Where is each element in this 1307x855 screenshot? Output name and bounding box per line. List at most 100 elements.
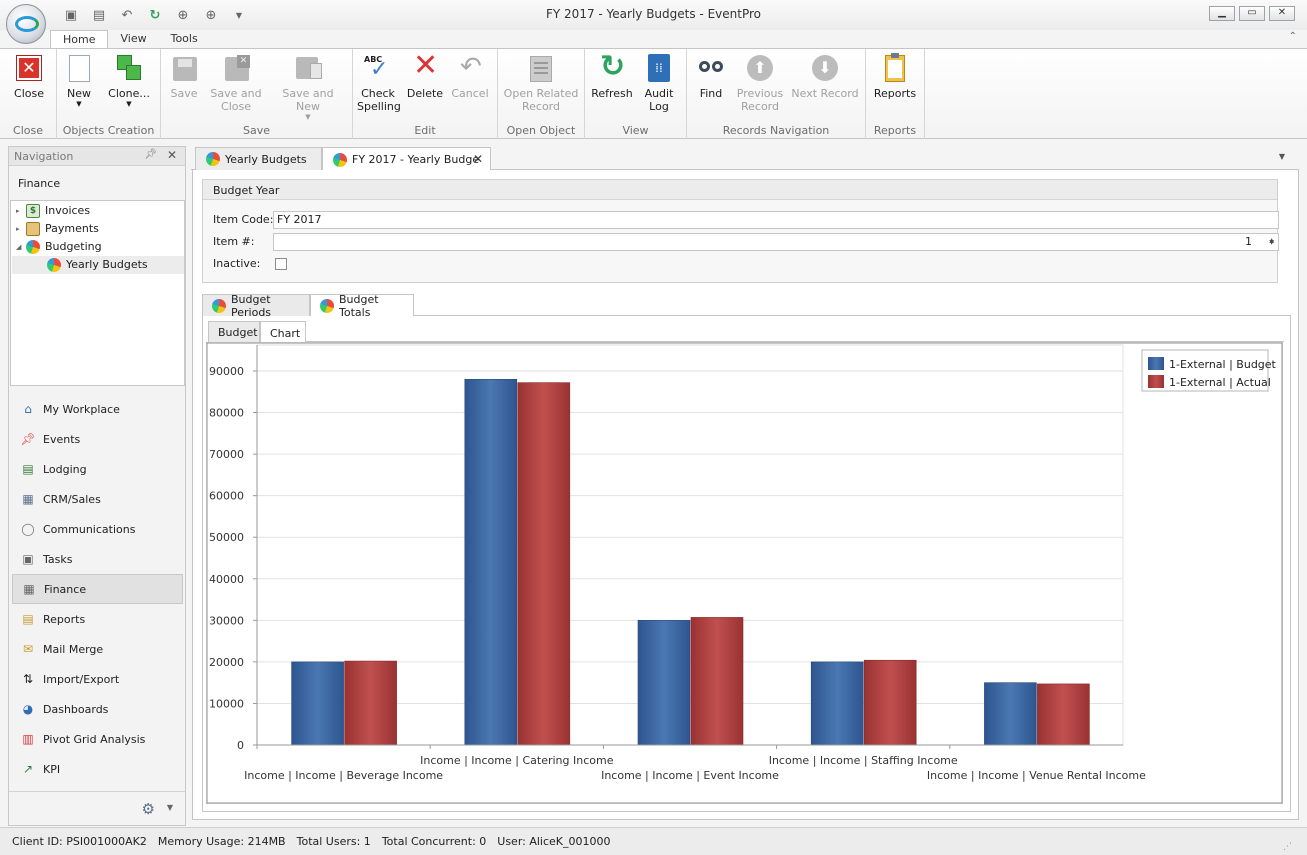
next-record-button[interactable]: ⬇ Next Record <box>791 53 859 100</box>
find-button[interactable]: Find <box>693 53 729 100</box>
navigation-items: ⌂ My Workplace 📌︎ Events ▤ Lodging ▦ CRM/Sal… <box>10 394 185 784</box>
nav-item-events[interactable]: 📌︎ Events <box>10 424 185 454</box>
open-related-record-button[interactable]: Open Related Record <box>502 53 580 113</box>
cancel-button[interactable]: ↶ Cancel <box>450 53 490 100</box>
save-button[interactable]: Save <box>167 53 201 100</box>
previous-record-button[interactable]: ⬆ Previous Record <box>735 53 785 113</box>
bar-budget[interactable] <box>637 620 691 746</box>
save-new-icon <box>294 53 322 83</box>
pin-icon[interactable]: 📌︎ <box>144 149 157 160</box>
new-document-icon <box>65 53 93 83</box>
nav-item-reports[interactable]: ▤ Reports <box>10 604 185 634</box>
budget-tabs: Budget Periods Budget Totals <box>202 293 1291 319</box>
tab-home[interactable]: Home <box>50 30 109 49</box>
spellcheck-icon: ABC ✓ <box>364 55 389 82</box>
tab-budget[interactable]: Budget <box>208 321 260 343</box>
application-menu-button[interactable] <box>6 4 46 44</box>
tab-tools[interactable]: Tools <box>159 30 210 49</box>
item-code-label: Item Code: <box>213 213 274 226</box>
navigation-panel: Navigation 📌︎ ✕ Finance ▸ $ Invoices ▸ P… <box>8 146 186 826</box>
bar-budget[interactable] <box>464 379 518 746</box>
ribbon-group-objects-creation: New ▼ Clone... ▼ Objects Creation <box>57 49 161 139</box>
nav-item-kpi[interactable]: ↗ KPI <box>10 754 185 784</box>
pie-chart-icon <box>320 299 334 313</box>
new-button[interactable]: New ▼ <box>63 53 95 108</box>
maximize-button[interactable]: ▭ <box>1239 6 1265 21</box>
clipboard-icon: ▤ <box>22 612 34 626</box>
bar-actual[interactable] <box>344 660 397 746</box>
ribbon-group-edit: ABC ✓ Check Spelling ✕ Delete ↶ Cancel Edi… <box>353 49 498 139</box>
delete-button[interactable]: ✕ Delete <box>405 51 445 101</box>
open-record-icon <box>527 53 555 83</box>
close-icon: ✕ <box>15 53 43 83</box>
y-tick-label: 80000 <box>209 407 244 420</box>
invoice-icon: $ <box>26 204 40 218</box>
nav-item-my-workplace[interactable]: ⌂ My Workplace <box>10 394 185 424</box>
tree-item-yearly-budgets[interactable]: Yearly Budgets <box>12 256 184 274</box>
tab-list-dropdown-icon[interactable]: ▼ <box>1279 152 1285 161</box>
save-icon <box>170 53 198 83</box>
nav-item-mail-merge[interactable]: ✉ Mail Merge <box>10 634 185 664</box>
tab-chart[interactable]: Chart <box>260 321 306 344</box>
tree-item-budgeting[interactable]: ◢ Budgeting <box>16 238 102 256</box>
x-category-label: Income | Income | Venue Rental Income <box>927 769 1146 782</box>
gear-icon[interactable]: ⚙ <box>142 800 155 818</box>
close-tab-icon[interactable]: ✕ <box>473 152 483 166</box>
ribbon-group-label: Open Object <box>506 124 576 137</box>
clone-button[interactable]: Clone... ▼ <box>103 53 155 108</box>
expand-icon[interactable]: ▸ <box>16 202 26 220</box>
tab-view[interactable]: View <box>108 30 158 49</box>
bar-actual[interactable] <box>690 617 744 746</box>
crm-icon: ▦ <box>22 492 34 506</box>
nav-item-tasks[interactable]: ▣ Tasks <box>10 544 185 574</box>
ribbon-group-label: Records Navigation <box>722 124 830 137</box>
doc-tab-fy-2017[interactable]: FY 2017 - Yearly Budge ✕ <box>322 147 491 171</box>
item-number-spinner[interactable]: 1 ▲ ▼ <box>273 233 1279 251</box>
bar-actual[interactable] <box>517 382 571 746</box>
ribbon-group-open-object: Open Related Record Open Object <box>498 49 585 139</box>
doc-tab-yearly-budgets[interactable]: Yearly Budgets <box>195 147 322 170</box>
inactive-checkbox[interactable] <box>275 258 287 270</box>
close-button[interactable]: ✕ Close <box>8 53 50 100</box>
reports-button[interactable]: Reports <box>872 53 918 100</box>
refresh-button[interactable]: ↻ Refresh <box>589 51 635 101</box>
bar-budget[interactable] <box>291 661 344 746</box>
chevron-down-icon[interactable]: ▼ <box>167 803 173 812</box>
spin-down-icon[interactable]: ▼ <box>1269 237 1274 249</box>
window-title: FY 2017 - Yearly Budgets - EventPro <box>546 7 761 21</box>
ribbon-collapse-icon[interactable]: ⌃ <box>1289 31 1297 42</box>
ribbon-group-label: Edit <box>414 124 436 137</box>
document-tabs: Yearly Budgets FY 2017 - Yearly Budge ✕ … <box>191 146 1299 171</box>
navigation-header: Navigation 📌︎ ✕ <box>9 147 185 166</box>
y-tick-label: 40000 <box>209 573 244 586</box>
bar-budget[interactable] <box>984 682 1037 746</box>
import-export-icon: ⇅ <box>22 672 34 686</box>
y-tick-label: 50000 <box>209 531 244 544</box>
tree-item-invoices[interactable]: ▸ $ Invoices <box>16 202 90 220</box>
nav-item-import-export[interactable]: ⇅ Import/Export <box>10 664 185 694</box>
nav-item-communications[interactable]: ◯ Communications <box>10 514 185 544</box>
minimize-button[interactable]: ▁ <box>1209 6 1235 21</box>
bar-actual[interactable] <box>863 659 917 746</box>
nav-item-dashboards[interactable]: ◕ Dashboards <box>10 694 185 724</box>
bar-actual[interactable] <box>1037 683 1090 746</box>
tab-budget-periods[interactable]: Budget Periods <box>202 293 310 319</box>
close-icon[interactable]: ✕ <box>167 148 177 162</box>
tree-item-payments[interactable]: ▸ Payments <box>16 220 99 238</box>
ribbon-group-view: ↻ Refresh ⁞⁞ Audit Log View <box>585 49 687 139</box>
nav-item-lodging[interactable]: ▤ Lodging <box>10 454 185 484</box>
resize-grip-icon[interactable]: ⋰ <box>1283 842 1292 852</box>
save-and-close-button[interactable]: ✕ Save and Close <box>207 53 265 113</box>
nav-item-crm-sales[interactable]: ▦ CRM/Sales <box>10 484 185 514</box>
bar-budget[interactable] <box>810 661 864 746</box>
save-and-new-button[interactable]: Save and New ▼ <box>269 53 347 121</box>
check-spelling-button[interactable]: ABC ✓ Check Spelling <box>357 53 401 113</box>
nav-item-pivot-grid-analysis[interactable]: ▥ Pivot Grid Analysis <box>10 724 185 754</box>
nav-item-finance[interactable]: ▦ Finance <box>12 574 183 604</box>
tab-budget-totals[interactable]: Budget Totals <box>310 293 414 319</box>
audit-log-button[interactable]: ⁞⁞ Audit Log <box>639 53 679 113</box>
collapse-icon[interactable]: ◢ <box>16 238 26 256</box>
expand-icon[interactable]: ▸ <box>16 220 26 238</box>
item-code-input[interactable]: FY 2017 <box>273 211 1279 229</box>
close-window-button[interactable]: ✕ <box>1269 6 1295 21</box>
